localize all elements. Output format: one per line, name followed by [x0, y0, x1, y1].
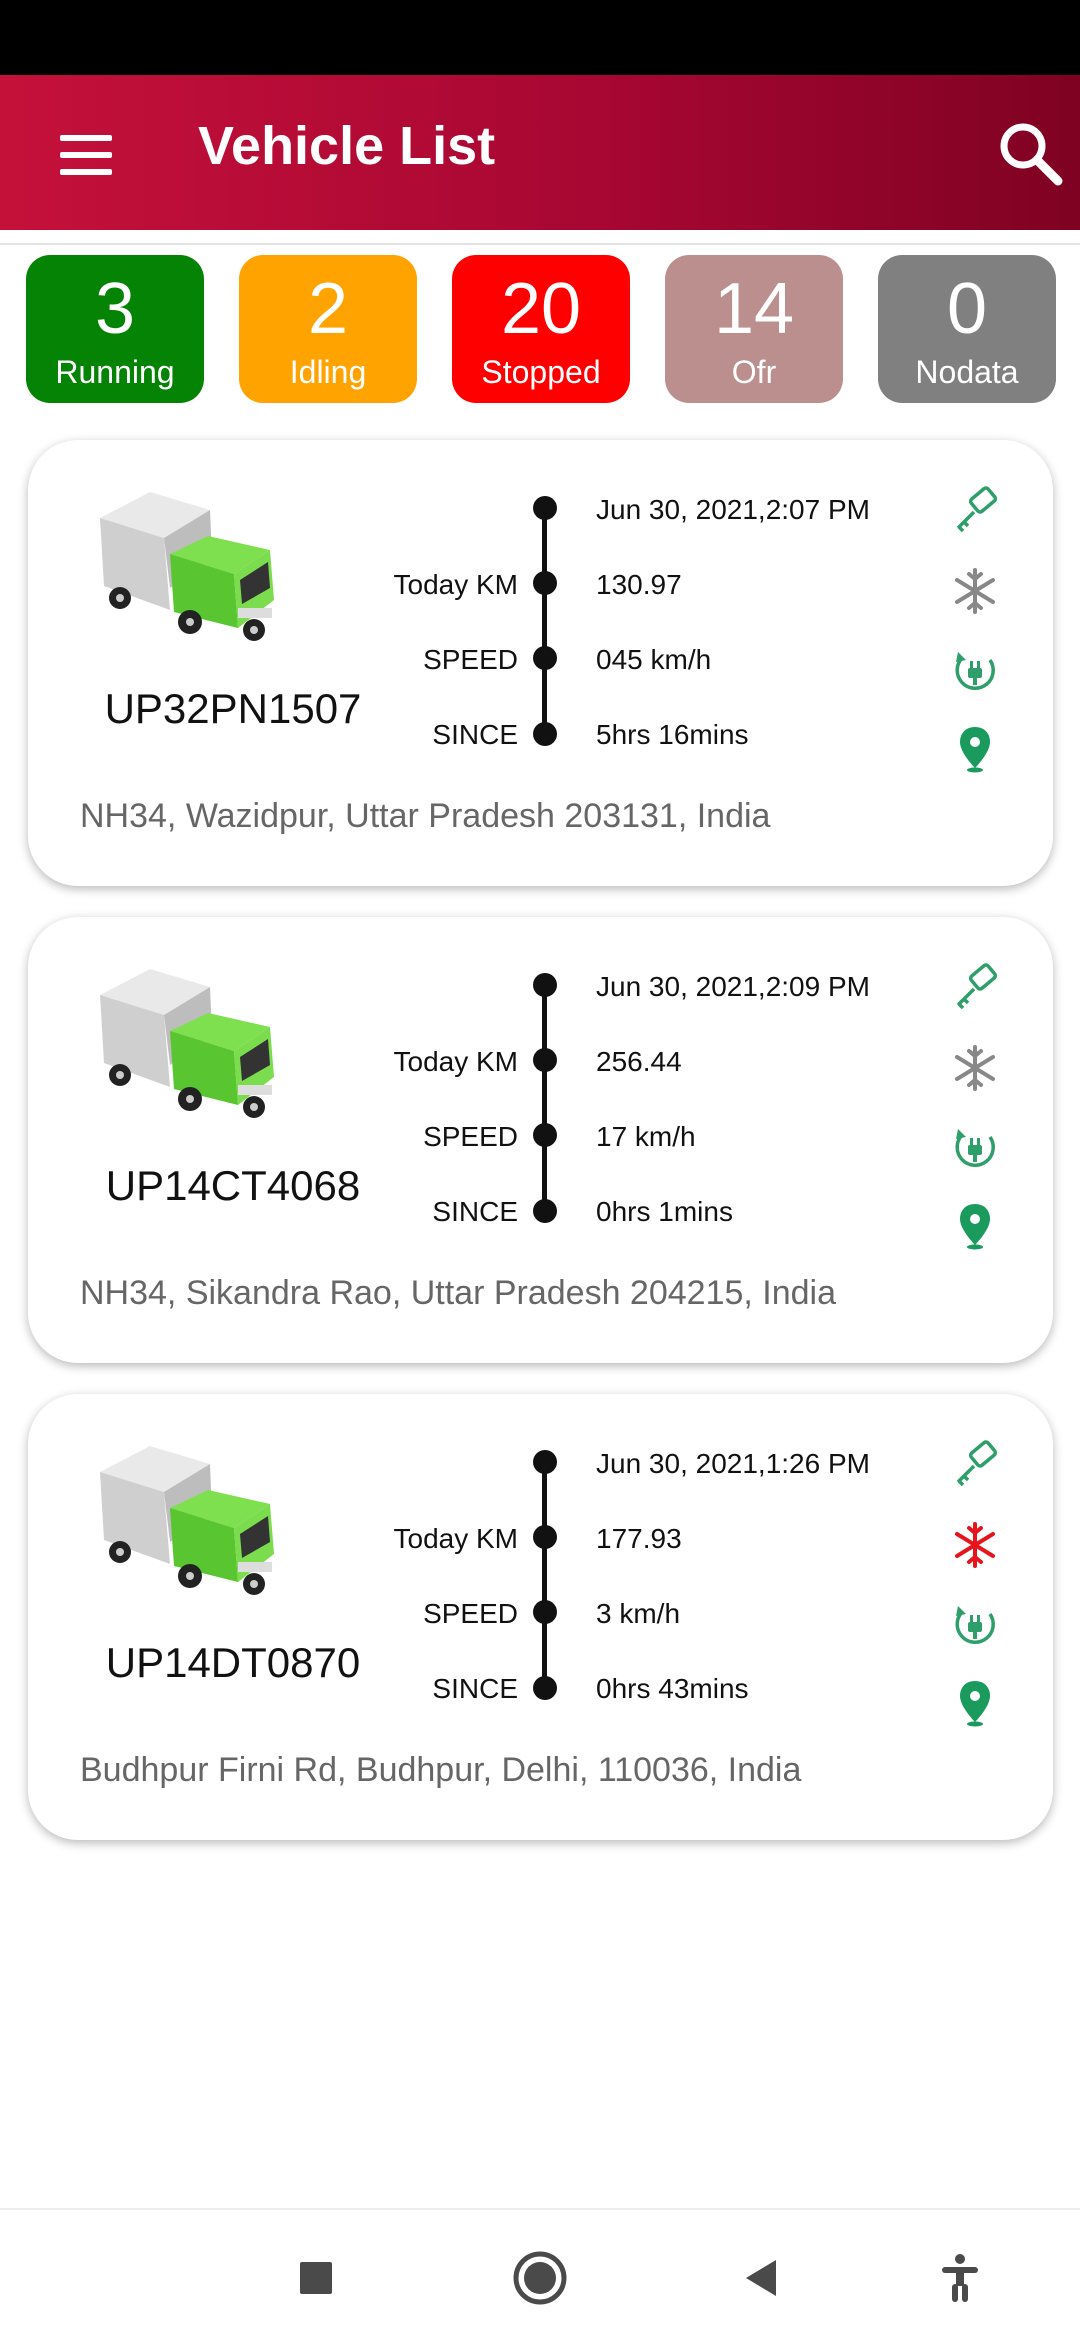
back-triangle-icon[interactable]: [734, 2250, 790, 2306]
hamburger-menu-icon[interactable]: [60, 135, 112, 175]
timeline-dot: [533, 1199, 557, 1223]
timeline-dot: [533, 973, 557, 997]
timeline-dot: [533, 1676, 557, 1700]
timeline-dot: [533, 496, 557, 520]
since-value: 5hrs 16mins: [596, 719, 749, 750]
vehicle-card[interactable]: UP14DT0870 Jun 30, 2021,1:26 PM Today KM…: [28, 1394, 1053, 1840]
speed-value: 3 km/h: [596, 1598, 681, 1629]
since-label: SINCE: [432, 1673, 518, 1704]
timeline-line: [542, 508, 547, 738]
vehicle-address: NH34, Sikandra Rao, Uttar Pradesh 204215…: [80, 1274, 837, 1312]
nodata-count-badge[interactable]: 0 Nodata: [878, 255, 1056, 403]
key-icon: [950, 486, 1000, 536]
vehicle-plate: UP14DT0870: [105, 1639, 361, 1686]
vehicle-card[interactable]: UP14CT4068 Jun 30, 2021,2:09 PM Today KM…: [28, 917, 1053, 1363]
timeline-dot: [533, 1123, 557, 1147]
nodata-count: 0: [946, 269, 988, 349]
timeline-dot: [533, 722, 557, 746]
location-pin-icon: [950, 1678, 1000, 1728]
stopped-count: 20: [500, 269, 582, 349]
since-value: 0hrs 43mins: [596, 1673, 749, 1704]
idling-label: Idling: [289, 354, 367, 390]
today-km-label: Today KM: [393, 1046, 519, 1077]
today-km-label: Today KM: [393, 1523, 519, 1554]
ofr-count-badge[interactable]: 14 Ofr: [665, 255, 843, 403]
timeline-dot: [533, 1048, 557, 1072]
timeline-dot: [533, 571, 557, 595]
ac-snowflake-icon: [950, 566, 1000, 616]
system-nav-bar: [0, 2208, 1080, 2342]
vehicle-address: NH34, Wazidpur, Uttar Pradesh 203131, In…: [80, 797, 771, 835]
last-update-datetime: Jun 30, 2021,2:09 PM: [596, 971, 870, 1002]
since-value: 0hrs 1mins: [596, 1196, 733, 1227]
key-icon: [950, 1440, 1000, 1490]
status-summary: 3 Running 2 Idling 20 Stopped 14 Ofr 0 N…: [0, 255, 1080, 405]
key-icon: [950, 963, 1000, 1013]
timeline-line: [542, 1462, 547, 1692]
app-bar: Vehicle List: [0, 75, 1080, 230]
ac-snowflake-icon: [950, 1043, 1000, 1093]
idling-count-badge[interactable]: 2 Idling: [239, 255, 417, 403]
vehicle-plate: UP32PN1507: [104, 685, 362, 732]
power-plug-icon: [950, 646, 1000, 696]
speed-label: SPEED: [423, 1121, 518, 1152]
since-label: SINCE: [432, 719, 518, 750]
home-circle-icon[interactable]: [512, 2250, 568, 2306]
running-label: Running: [55, 354, 175, 390]
search-icon[interactable]: [994, 117, 1066, 189]
today-km-label: Today KM: [393, 569, 519, 600]
timeline-dot: [533, 1525, 557, 1549]
location-pin-icon: [950, 1201, 1000, 1251]
truck-icon: [90, 1442, 290, 1602]
nodata-label: Nodata: [915, 354, 1019, 390]
since-label: SINCE: [432, 1196, 518, 1227]
running-count: 3: [94, 269, 136, 349]
speed-value: 17 km/h: [596, 1121, 696, 1152]
today-km-value: 177.93: [596, 1523, 682, 1554]
power-plug-icon: [950, 1600, 1000, 1650]
vehicle-plate: UP14CT4068: [105, 1162, 361, 1209]
timeline-line: [542, 985, 547, 1215]
last-update-datetime: Jun 30, 2021,2:07 PM: [596, 494, 870, 525]
stopped-count-badge[interactable]: 20 Stopped: [452, 255, 630, 403]
truck-icon: [90, 488, 290, 648]
speed-label: SPEED: [423, 1598, 518, 1629]
today-km-value: 256.44: [596, 1046, 682, 1077]
timeline-dot: [533, 1600, 557, 1624]
today-km-value: 130.97: [596, 569, 682, 600]
ac-snowflake-icon: [950, 1520, 1000, 1570]
last-update-datetime: Jun 30, 2021,1:26 PM: [596, 1448, 870, 1479]
stopped-label: Stopped: [481, 354, 601, 390]
status-bar: [0, 0, 1080, 75]
timeline-dot: [533, 646, 557, 670]
ofr-label: Ofr: [731, 354, 777, 390]
page-title: Vehicle List: [198, 116, 496, 176]
timeline-dot: [533, 1450, 557, 1474]
vehicle-address: Budhpur Firni Rd, Budhpur, Delhi, 110036…: [80, 1751, 802, 1789]
recents-square-icon[interactable]: [288, 2250, 344, 2306]
header-divider: [0, 243, 1080, 245]
vehicle-card[interactable]: UP32PN1507 Jun 30, 2021,2:07 PM Today KM…: [28, 440, 1053, 886]
truck-icon: [90, 965, 290, 1125]
speed-label: SPEED: [423, 644, 518, 675]
running-count-badge[interactable]: 3 Running: [26, 255, 204, 403]
ofr-count: 14: [713, 269, 795, 349]
speed-value: 045 km/h: [596, 644, 712, 675]
power-plug-icon: [950, 1123, 1000, 1173]
accessibility-icon[interactable]: [932, 2250, 988, 2306]
idling-count: 2: [307, 269, 349, 349]
location-pin-icon: [950, 724, 1000, 774]
